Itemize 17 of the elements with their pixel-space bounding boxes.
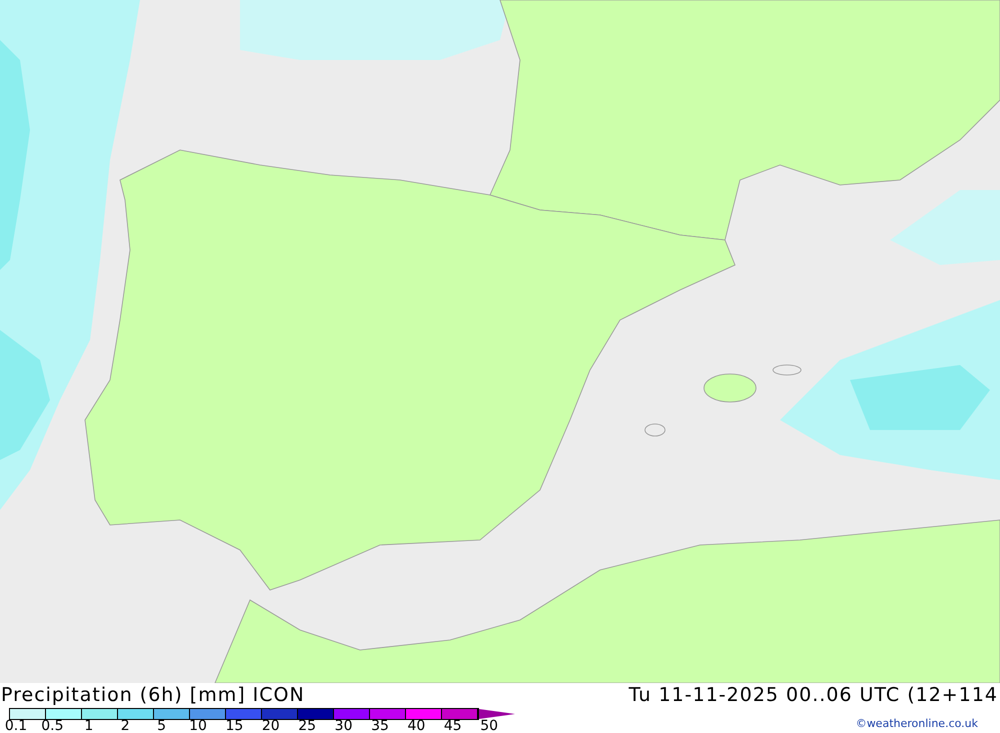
scale-label: 40 (407, 718, 426, 733)
scale-label: 5 (157, 718, 166, 733)
scale-label: 25 (298, 718, 316, 733)
scale-label: 1 (84, 718, 94, 733)
scale-label: 30 (334, 718, 352, 733)
scale-label: 2 (120, 718, 130, 733)
credit-link[interactable]: ©weatheronline.co.uk (856, 716, 978, 732)
scale-label: 0.5 (41, 718, 64, 733)
valid-time: Tu 11-11-2025 00..06 UTC (12+114 (628, 683, 998, 707)
scale-label: 0.1 (4, 718, 28, 733)
map-title: Precipitation (6h) [mm] ICON (1, 683, 305, 707)
scale-label: 20 (262, 718, 280, 733)
scale-label: 10 (189, 718, 207, 733)
scale-label: 50 (480, 718, 498, 733)
scale-label: 35 (371, 718, 389, 733)
scale-label: 15 (225, 718, 244, 733)
scale-label: 45 (444, 718, 462, 733)
